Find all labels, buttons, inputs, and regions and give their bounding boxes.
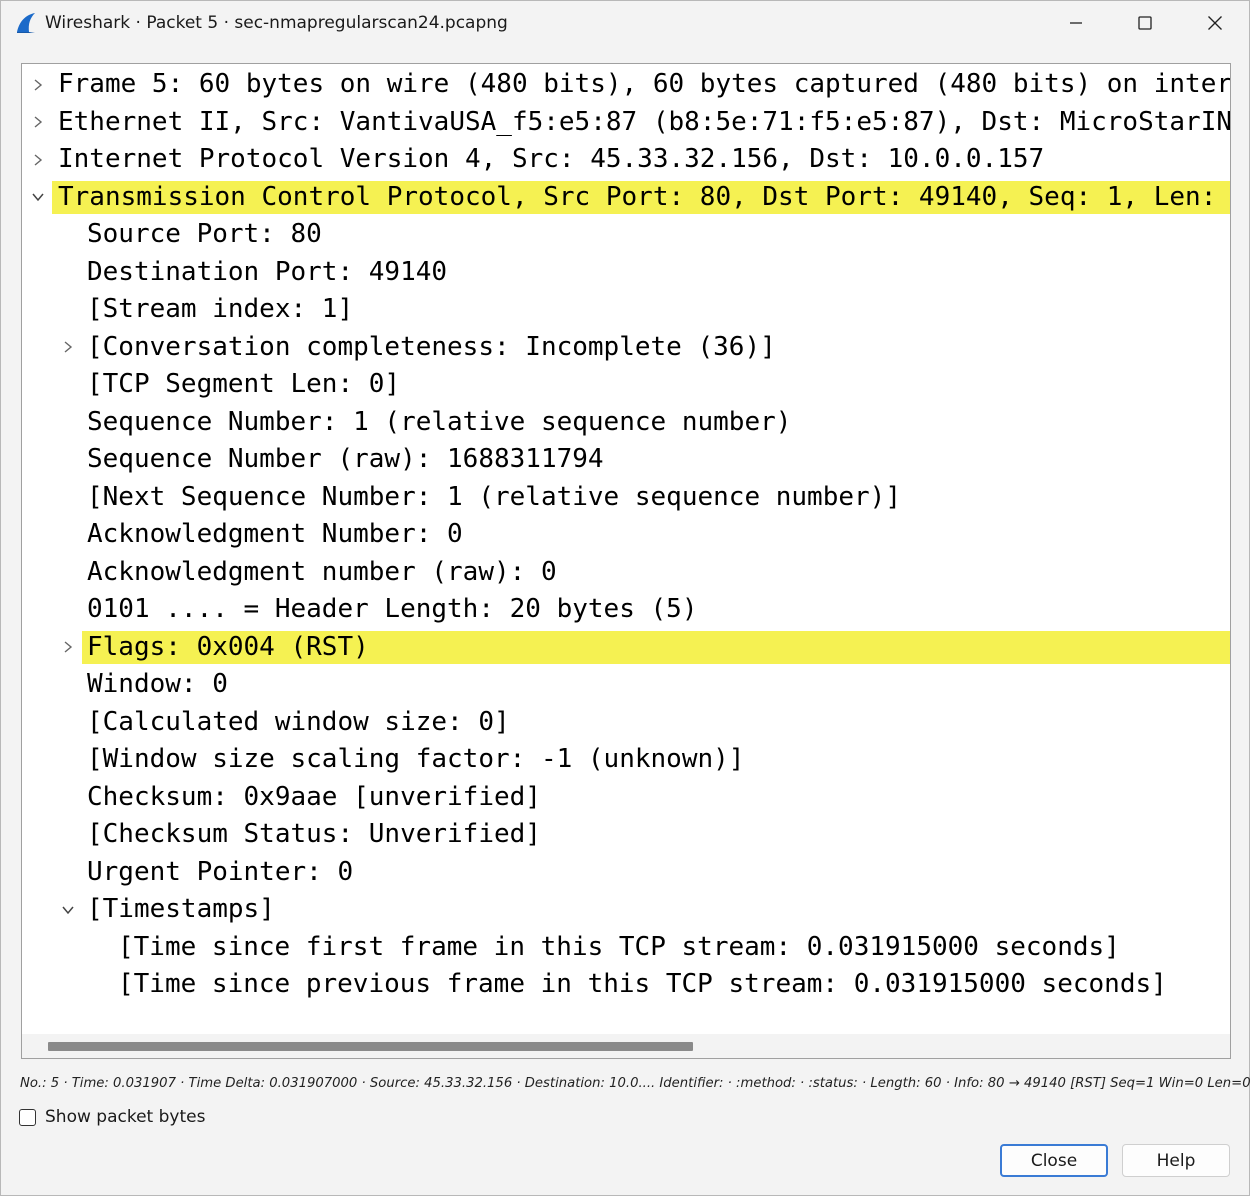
tree-row[interactable]: [Timestamps] [22, 891, 1230, 929]
tree-row[interactable]: Destination Port: 49140 [22, 254, 1230, 292]
tree-row[interactable]: [Calculated window size: 0] [22, 704, 1230, 742]
packet-summary-status: No.: 5 · Time: 0.031907 · Time Delta: 0.… [20, 1076, 1250, 1091]
tree-row-text: Source Port: 80 [87, 219, 322, 249]
tree-row[interactable]: Flags: 0x004 (RST) [22, 629, 1230, 667]
tree-row-text: Transmission Control Protocol, Src Port:… [58, 181, 1217, 212]
tree-row[interactable]: [Stream index: 1] [22, 291, 1230, 329]
tree-row[interactable]: 0101 .... = Header Length: 20 bytes (5) [22, 591, 1230, 629]
minimize-button[interactable] [1041, 1, 1111, 45]
tree-row-text: Checksum: 0x9aae [unverified] [87, 781, 541, 812]
tree-row-text: [Stream index: 1] [87, 294, 354, 324]
chevron-down-icon[interactable] [58, 891, 78, 929]
chevron-right-icon[interactable] [28, 104, 48, 142]
tree-row[interactable]: Transmission Control Protocol, Src Port:… [22, 179, 1230, 217]
packet-dialog-window: Wireshark · Packet 5 · sec-nmapregularsc… [0, 0, 1250, 1196]
tree-row-text: Flags: 0x004 (RST) [87, 631, 369, 662]
tree-row-text: Urgent Pointer: 0 [87, 856, 354, 887]
chevron-right-icon[interactable] [28, 141, 48, 179]
tree-row[interactable]: Urgent Pointer: 0 [22, 854, 1230, 892]
tree-row[interactable]: Ethernet II, Src: VantivaUSA_f5:e5:87 (b… [22, 104, 1230, 142]
show-packet-bytes-option[interactable]: Show packet bytes [19, 1107, 205, 1127]
tree-row-text: [Time since first frame in this TCP stre… [118, 931, 1120, 962]
close-window-button[interactable] [1180, 1, 1250, 45]
tree-row-text: Internet Protocol Version 4, Src: 45.33.… [58, 144, 1045, 174]
chevron-right-icon[interactable] [58, 629, 78, 667]
maximize-button[interactable] [1110, 1, 1180, 45]
packet-details-tree[interactable]: Frame 5: 60 bytes on wire (480 bits), 60… [21, 63, 1231, 1059]
tree-row-text: Frame 5: 60 bytes on wire (480 bits), 60… [58, 69, 1230, 99]
tree-row[interactable]: [Window size scaling factor: -1 (unknown… [22, 741, 1230, 779]
maximize-icon [1138, 16, 1152, 30]
window-title: Wireshark · Packet 5 · sec-nmapregularsc… [45, 13, 508, 33]
scrollbar-thumb[interactable] [48, 1042, 693, 1051]
tree-row-text: [Time since previous frame in this TCP s… [118, 969, 1167, 999]
tree-row-text: Window: 0 [87, 669, 228, 699]
help-button[interactable]: Help [1122, 1144, 1230, 1177]
chevron-right-icon[interactable] [58, 329, 78, 367]
tree-row[interactable]: Sequence Number: 1 (relative sequence nu… [22, 404, 1230, 442]
tree-row[interactable]: Checksum: 0x9aae [unverified] [22, 779, 1230, 817]
close-icon [1208, 16, 1222, 30]
tree-row-text: Ethernet II, Src: VantivaUSA_f5:e5:87 (b… [58, 106, 1230, 137]
horizontal-scrollbar[interactable] [22, 1034, 1230, 1058]
tree-row-text: Acknowledgment Number: 0 [87, 519, 463, 549]
show-packet-bytes-label[interactable]: Show packet bytes [45, 1107, 205, 1127]
tree-row-text: Sequence Number (raw): 1688311794 [87, 444, 604, 474]
tree-row[interactable]: Sequence Number (raw): 1688311794 [22, 441, 1230, 479]
wireshark-fin-icon [15, 12, 37, 34]
tree-row-text: [Calculated window size: 0] [87, 706, 510, 737]
tree-row-text: 0101 .... = Header Length: 20 bytes (5) [87, 594, 698, 624]
tree-row-text: [Checksum Status: Unverified] [87, 819, 541, 849]
tree-row-text: [Conversation completeness: Incomplete (… [87, 331, 776, 362]
tree-row[interactable]: [Next Sequence Number: 1 (relative seque… [22, 479, 1230, 517]
tree-row-text: Acknowledgment number (raw): 0 [87, 556, 557, 587]
tree-row[interactable]: [Time since previous frame in this TCP s… [22, 966, 1230, 1004]
close-button[interactable]: Close [1000, 1144, 1108, 1177]
tree-row-text: Sequence Number: 1 (relative sequence nu… [87, 406, 792, 437]
tree-rows: Frame 5: 60 bytes on wire (480 bits), 60… [22, 66, 1230, 1004]
tree-row[interactable]: Frame 5: 60 bytes on wire (480 bits), 60… [22, 66, 1230, 104]
tree-row[interactable]: Internet Protocol Version 4, Src: 45.33.… [22, 141, 1230, 179]
tree-row[interactable]: [Checksum Status: Unverified] [22, 816, 1230, 854]
tree-row-text: [Next Sequence Number: 1 (relative seque… [87, 481, 901, 512]
tree-row-text: [Window size scaling factor: -1 (unknown… [87, 744, 745, 774]
tree-row[interactable]: Window: 0 [22, 666, 1230, 704]
show-packet-bytes-checkbox[interactable] [19, 1108, 36, 1126]
title-bar[interactable]: Wireshark · Packet 5 · sec-nmapregularsc… [1, 1, 1249, 45]
minimize-icon [1070, 22, 1082, 24]
tree-row[interactable]: Source Port: 80 [22, 216, 1230, 254]
tree-row-text: [TCP Segment Len: 0] [87, 369, 401, 399]
tree-row[interactable]: [TCP Segment Len: 0] [22, 366, 1230, 404]
tree-row-text: Destination Port: 49140 [87, 256, 448, 287]
tree-row[interactable]: [Conversation completeness: Incomplete (… [22, 329, 1230, 367]
tree-row[interactable]: Acknowledgment number (raw): 0 [22, 554, 1230, 592]
tree-row[interactable]: Acknowledgment Number: 0 [22, 516, 1230, 554]
chevron-down-icon[interactable] [28, 179, 48, 217]
tree-row[interactable]: [Time since first frame in this TCP stre… [22, 929, 1230, 967]
chevron-right-icon[interactable] [28, 66, 48, 104]
tree-row-text: [Timestamps] [87, 894, 275, 924]
